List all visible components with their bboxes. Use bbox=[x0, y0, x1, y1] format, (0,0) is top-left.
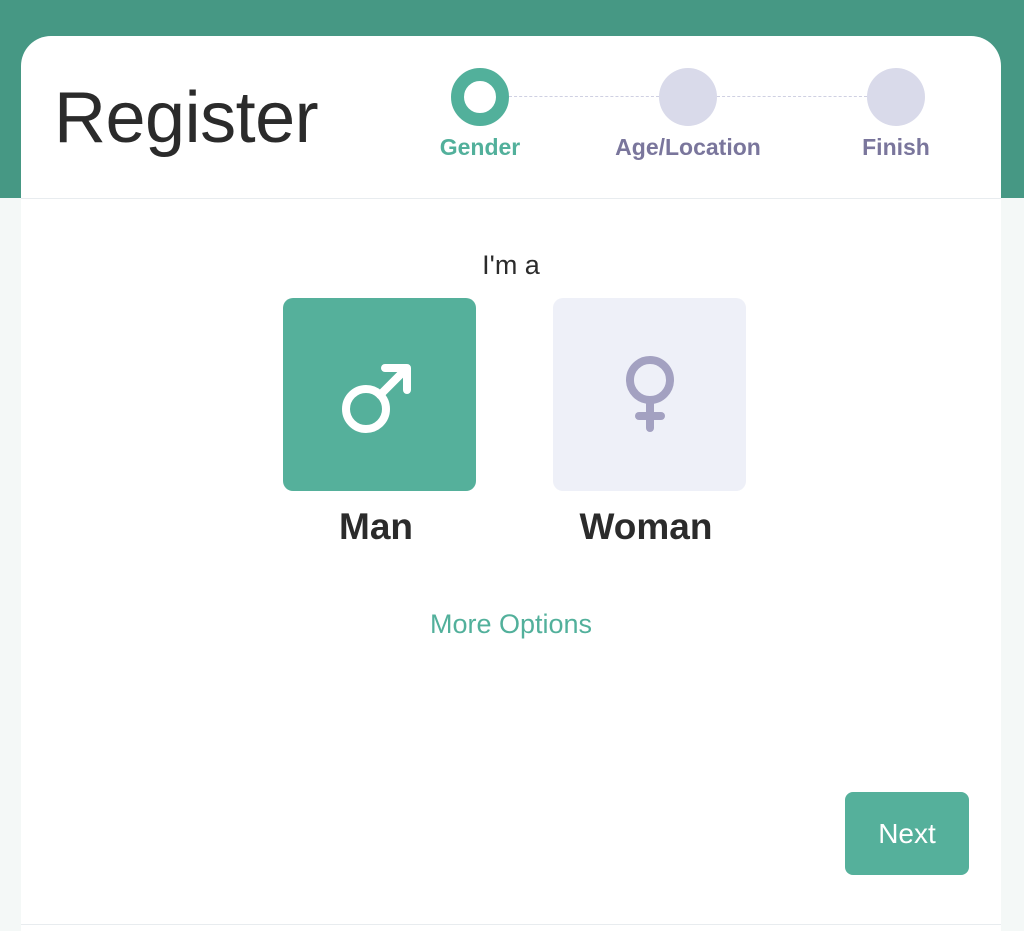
page-title: Register bbox=[54, 78, 319, 158]
step-indicator-gender bbox=[451, 68, 509, 126]
woman-option-label: Woman bbox=[579, 506, 713, 547]
male-symbol-icon bbox=[341, 363, 411, 433]
woman-option-button[interactable] bbox=[553, 298, 746, 491]
next-button[interactable]: Next bbox=[845, 792, 969, 875]
step-indicator-age-location bbox=[659, 68, 717, 126]
female-symbol-icon bbox=[625, 355, 674, 432]
man-option-label: Man bbox=[339, 506, 413, 547]
register-card: Register Gender Age/Location Finish I'm … bbox=[21, 36, 1001, 931]
card-footer-divider bbox=[21, 924, 1001, 925]
stepper-connector bbox=[717, 96, 867, 97]
gender-prompt: I'm a bbox=[482, 250, 540, 280]
man-option-button[interactable] bbox=[283, 298, 476, 491]
step-indicator-finish bbox=[867, 68, 925, 126]
step-label-finish: Finish bbox=[862, 134, 930, 160]
card-header: Register Gender Age/Location Finish bbox=[21, 36, 1001, 199]
page: Register Gender Age/Location Finish I'm … bbox=[0, 0, 1024, 931]
step-label-gender: Gender bbox=[439, 134, 521, 160]
step-label-age-location: Age/Location bbox=[615, 134, 761, 160]
stepper-connector bbox=[509, 96, 659, 97]
more-options-link[interactable]: More Options bbox=[21, 609, 1001, 640]
